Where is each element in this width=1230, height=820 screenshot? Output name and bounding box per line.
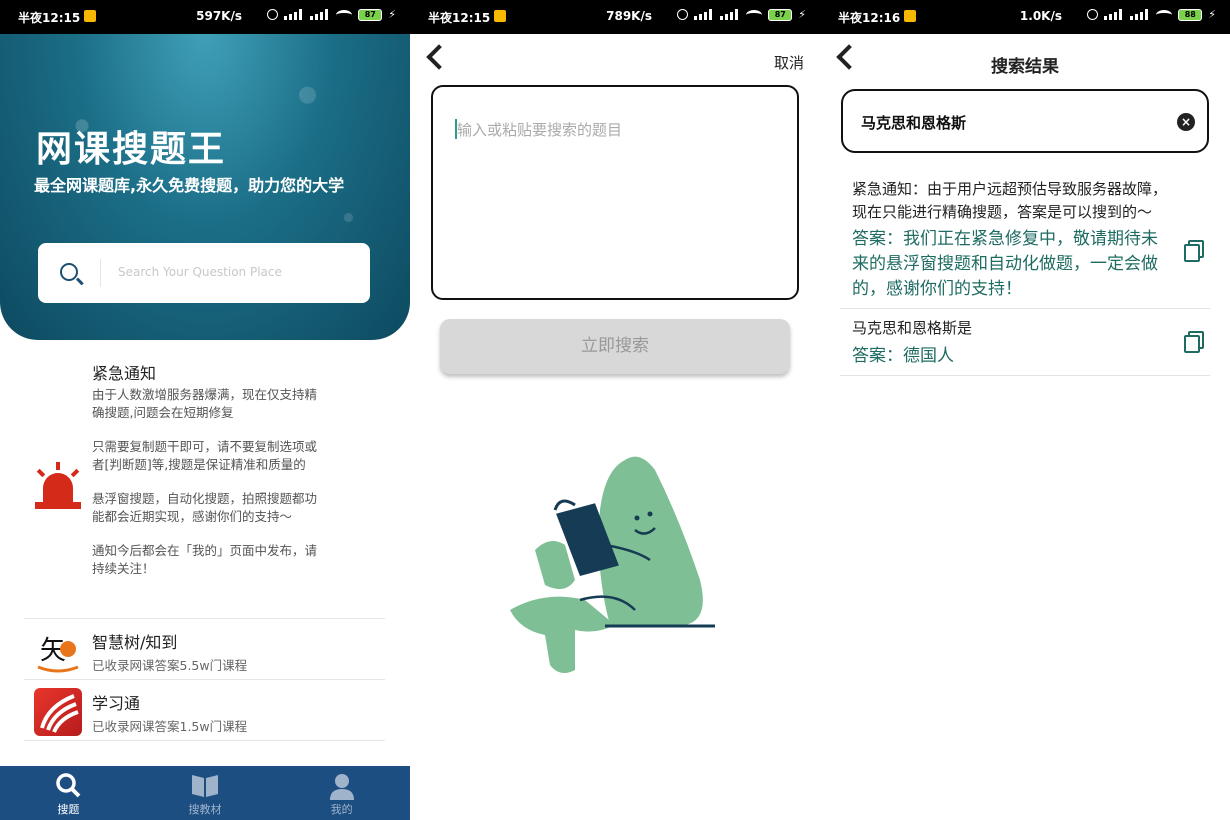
copy-icon[interactable] xyxy=(1184,331,1204,353)
signal-icon xyxy=(720,9,740,20)
tab-label: 我的 xyxy=(330,803,353,816)
list-item[interactable]: 矢 智慧树/知到 已收录网课答案5.5w门课程 xyxy=(24,618,385,679)
back-icon[interactable] xyxy=(426,44,452,70)
result-item[interactable]: 马克思和恩格斯是 答案：德国人 xyxy=(840,309,1210,376)
results-list: 紧急通知：由于用户远超预估导致服务器故障，现在只能进行精确搜题，答案是可以搜到的… xyxy=(840,170,1210,376)
reading-person-illustration xyxy=(510,456,715,674)
notification-icon xyxy=(84,10,96,22)
bottom-nav: 搜题 搜教材 我的 xyxy=(0,766,410,820)
hero-banner: 网课搜题王 最全网课题库,永久免费搜题，助力您的大学 Search Your Q… xyxy=(0,34,410,340)
cancel-button[interactable]: 取消 xyxy=(774,52,804,73)
signal-icon xyxy=(1104,9,1124,20)
notice-body: 由于人数激增服务器爆满，现在仅支持精确搜题,问题会在短期修复 只需要复制题干即可… xyxy=(92,386,322,594)
question-textarea[interactable]: 输入或粘贴要搜索的题目 xyxy=(431,85,799,300)
result-question: 马克思和恩格斯是 xyxy=(852,319,973,337)
siren-icon xyxy=(35,462,81,509)
divider xyxy=(100,259,101,287)
search-bar[interactable]: Search Your Question Place xyxy=(38,243,370,303)
copy-icon[interactable] xyxy=(1184,240,1204,262)
app-subtitle: 最全网课题库,永久免费搜题，助力您的大学 xyxy=(34,176,345,195)
search-input[interactable]: Search Your Question Place xyxy=(118,265,282,279)
app-title: 网课搜题王 xyxy=(36,129,227,170)
status-time: 半夜12:15 xyxy=(18,11,81,25)
search-query: 马克思和恩格斯 xyxy=(861,114,967,132)
result-answer: 答案：德国人 xyxy=(852,345,954,366)
signal-icon xyxy=(1130,9,1150,20)
tab-profile[interactable]: 我的 xyxy=(273,766,410,820)
wifi-icon xyxy=(1156,9,1173,20)
charging-icon: ⚡ xyxy=(1208,8,1216,21)
notice-paragraph: 通知今后都会在「我的」页面中发布，请持续关注！ xyxy=(92,543,318,576)
result-question: 紧急通知：由于用户远超预估导致服务器故障，现在只能进行精确搜题，答案是可以搜到的… xyxy=(852,180,1168,221)
search-icon[interactable] xyxy=(60,263,78,281)
result-answer: 答案：我们正在紧急修复中，敬请期待未来的悬浮窗搜题和自动化做题，一定会做的，感谢… xyxy=(852,229,1158,299)
zhihuishu-logo-icon: 矢 xyxy=(34,627,82,675)
battery-icon: 87 xyxy=(358,8,383,21)
signal-icon xyxy=(284,9,304,20)
notice-paragraph: 只需要复制题干即可，请不要复制选项或者[判断题]等,搜题是保证精准和质量的 xyxy=(92,439,318,472)
question-placeholder: 输入或粘贴要搜索的题目 xyxy=(457,121,623,139)
signal-icon xyxy=(694,9,714,20)
status-bar: 半夜12:15 597K/s 87 ⚡ xyxy=(0,0,410,34)
network-speed: 789K/s xyxy=(606,9,652,23)
notice-paragraph: 由于人数激增服务器爆满，现在仅支持精确搜题,问题会在短期修复 xyxy=(92,387,318,420)
alarm-icon xyxy=(677,9,689,20)
notification-icon xyxy=(904,10,916,22)
clear-icon[interactable]: × xyxy=(1177,113,1195,131)
battery-icon: 88 xyxy=(1178,8,1203,21)
page-title: 搜索结果 xyxy=(991,57,1059,77)
person-icon xyxy=(329,774,354,800)
wifi-icon xyxy=(336,9,353,20)
list-item[interactable]: 学习通 已收录网课答案1.5w门课程 xyxy=(24,679,385,740)
signal-icon xyxy=(310,9,330,20)
xuexitong-logo-icon xyxy=(34,688,82,736)
notification-icon xyxy=(494,10,506,22)
search-results-screen: 半夜12:16 1.0K/s 88 ⚡ 搜索结果 马克思和恩格斯 × 紧急通知：… xyxy=(820,0,1230,820)
search-icon xyxy=(56,773,81,798)
source-list: 矢 智慧树/知到 已收录网课答案5.5w门课程 学习通 已收录网课答案1.5w门… xyxy=(24,618,385,740)
search-now-button[interactable]: 立即搜索 xyxy=(440,319,790,374)
source-name: 智慧树/知到 xyxy=(92,633,178,652)
list-item-partial[interactable] xyxy=(24,740,385,766)
book-icon xyxy=(192,775,218,797)
battery-icon: 87 xyxy=(768,8,793,21)
charging-icon: ⚡ xyxy=(798,8,806,21)
status-bar: 半夜12:15 789K/s 87 ⚡ xyxy=(410,0,820,34)
search-input[interactable]: 马克思和恩格斯 × xyxy=(841,89,1209,153)
status-bar: 半夜12:16 1.0K/s 88 ⚡ xyxy=(820,0,1230,34)
tab-search[interactable]: 搜题 xyxy=(0,766,137,820)
search-input-screen: 半夜12:15 789K/s 87 ⚡ 取消 输入或粘贴要搜索的题目 立即搜索 xyxy=(410,0,820,820)
notice-paragraph: 悬浮窗搜题，自动化搜题，拍照搜题都功能都会近期实现，感谢你们的支持～ xyxy=(92,491,318,524)
charging-icon: ⚡ xyxy=(388,8,396,21)
result-item[interactable]: 紧急通知：由于用户远超预估导致服务器故障，现在只能进行精确搜题，答案是可以搜到的… xyxy=(840,170,1210,309)
tab-textbook[interactable]: 搜教材 xyxy=(137,766,274,820)
tab-label: 搜教材 xyxy=(188,803,222,816)
tab-label: 搜题 xyxy=(57,803,80,816)
source-desc: 已收录网课答案5.5w门课程 xyxy=(92,658,248,673)
status-time: 半夜12:15 xyxy=(428,11,491,25)
network-speed: 597K/s xyxy=(196,9,242,23)
network-speed: 1.0K/s xyxy=(1019,9,1062,23)
home-screen: 半夜12:15 597K/s 87 ⚡ 网课搜题王 最全网课题库,永久免费搜题，… xyxy=(0,0,410,820)
wifi-icon xyxy=(746,9,763,20)
source-desc: 已收录网课答案1.5w门课程 xyxy=(92,719,248,734)
notice-title: 紧急通知 xyxy=(92,364,157,383)
status-time: 半夜12:16 xyxy=(838,11,901,25)
source-name: 学习通 xyxy=(92,694,141,713)
alarm-icon xyxy=(267,9,279,20)
alarm-icon xyxy=(1087,9,1099,20)
